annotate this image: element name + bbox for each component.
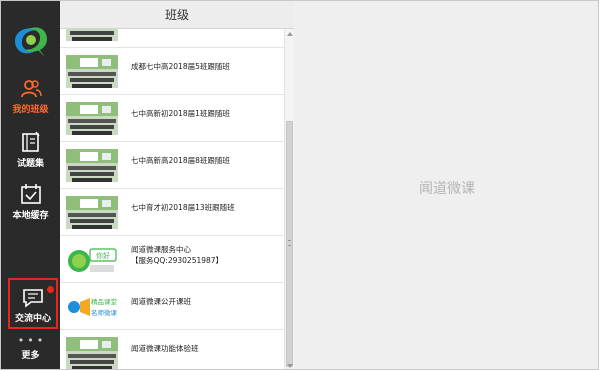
scrollbar-thumb[interactable] [286, 121, 293, 367]
classroom-thumbnail [66, 337, 118, 369]
scroll-up-arrow-icon[interactable] [287, 32, 293, 36]
list-item[interactable]: 七中高新高2018届8班跟随班 [60, 142, 284, 189]
class-name: 成都七中高2018届5班跟随班 [131, 62, 230, 71]
class-list: 成都七中高2018届5班跟随班 七中高新初2018届1班跟随班 七中高新高201… [60, 29, 284, 369]
list-item[interactable]: 精品课堂 名师微课 闻道微课公开课班 [60, 283, 284, 330]
list-item[interactable]: 成都七中高2018届5班跟随班 [60, 48, 284, 95]
list-item[interactable]: 七中育才初2018届13班跟随班 [60, 189, 284, 236]
calendar-check-icon [20, 184, 41, 204]
classroom-thumbnail [66, 196, 118, 229]
content-area: 闻道微课 [294, 1, 598, 369]
classroom-thumbnail [66, 102, 118, 135]
nav-exchange-center-label: 交流中心 [14, 314, 51, 324]
open-course-thumbnail: 精品课堂 名师微课 [66, 290, 118, 323]
class-name: 七中育才初2018届13班跟随班 [131, 203, 235, 212]
class-name: 七中高新初2018届1班跟随班 [131, 109, 230, 118]
class-list-panel: 班级 成都七中高2018届5班跟随班 七中高新初2018届1班跟随班 七中高新高… [60, 1, 294, 369]
class-name: 闻道微课功能体验班 [131, 344, 199, 353]
class-name: 闻道微课公开课班 [131, 297, 191, 306]
class-name: 闻道微课服务中心 【服务QQ:2930251987】 [131, 245, 224, 265]
scrollbar-grip-icon [288, 240, 291, 246]
scroll-down-arrow-icon[interactable] [287, 364, 293, 368]
list-item[interactable] [60, 29, 284, 48]
nav-my-classes[interactable]: 我的班级 [1, 79, 60, 115]
list-item[interactable]: 七中高新初2018届1班跟随班 [60, 95, 284, 142]
chat-icon [23, 289, 43, 308]
service-center-thumbnail: 你好 [66, 243, 118, 276]
list-item[interactable]: 闻道微课功能体验班 [60, 330, 284, 369]
content-placeholder: 闻道微课 [419, 181, 475, 197]
nav-local-cache[interactable]: 本地缓存 [1, 183, 60, 221]
thumb-teacher-text: 名师微课 [91, 308, 118, 317]
nav-exchange-center[interactable]: 交流中心 [8, 278, 58, 329]
panel-title: 班级 [60, 1, 294, 29]
classroom-thumbnail [66, 149, 118, 182]
class-name: 七中高新高2018届8班跟随班 [131, 156, 230, 165]
wendao-logo-icon [15, 27, 47, 57]
book-icon [21, 131, 40, 152]
list-scrollbar[interactable] [284, 29, 294, 369]
thumb-course-text: 精品课堂 [91, 297, 118, 306]
nav-more-label: 更多 [21, 351, 40, 361]
thumb-hello-text: 你好 [96, 251, 110, 260]
sidebar: 我的班级 试题集 本地缓存 交流中心 ••• 更多 [1, 1, 60, 369]
nav-local-cache-label: 本地缓存 [12, 211, 49, 221]
nav-question-sets-label: 试题集 [16, 159, 44, 169]
more-dots-icon: ••• [17, 334, 47, 347]
notification-badge [47, 286, 54, 293]
nav-more[interactable]: ••• 更多 [1, 334, 60, 361]
app-window: 我的班级 试题集 本地缓存 交流中心 ••• 更多 班级 成都七中高2018届5… [0, 0, 599, 370]
nav-question-sets[interactable]: 试题集 [1, 131, 60, 169]
nav-my-classes-label: 我的班级 [12, 105, 49, 115]
classroom-thumbnail [66, 55, 118, 88]
people-icon [20, 80, 42, 98]
classroom-thumbnail [66, 29, 118, 41]
list-item[interactable]: 你好 闻道微课服务中心 【服务QQ:2930251987】 [60, 236, 284, 283]
